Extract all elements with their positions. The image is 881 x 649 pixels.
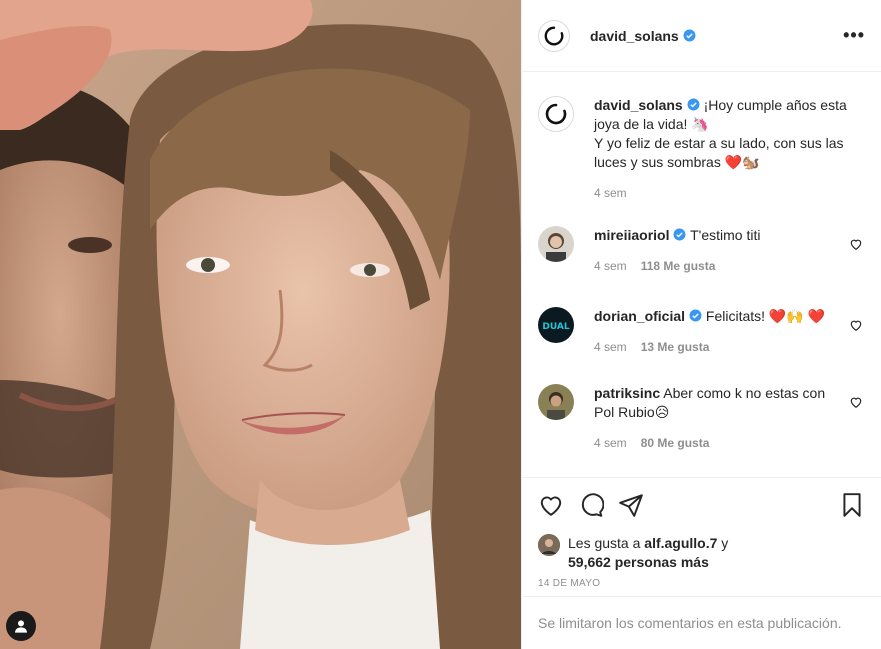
likes-others[interactable]: 59,662 personas más xyxy=(568,554,709,570)
comment-likes[interactable]: 118 Me gusta xyxy=(641,259,716,273)
comment-username[interactable]: dorian_oficial xyxy=(594,308,685,324)
commenter-avatar[interactable] xyxy=(538,384,574,420)
comment-time[interactable]: 4 sem xyxy=(594,436,627,450)
likes-prefix: Les gusta a xyxy=(568,535,645,551)
post-photo[interactable] xyxy=(0,0,521,649)
verified-badge-icon xyxy=(689,309,702,322)
comment-icon[interactable] xyxy=(578,492,604,518)
author-username[interactable]: david_solans xyxy=(590,28,679,44)
commenter-avatar[interactable]: DUAL xyxy=(538,307,574,343)
comment-item: patriksinc Aber como k no estas con Pol … xyxy=(538,384,865,450)
verified-badge-icon xyxy=(687,98,700,111)
commenter-avatar[interactable] xyxy=(538,226,574,262)
liker-avatar[interactable] xyxy=(538,534,560,556)
share-icon[interactable] xyxy=(618,492,644,518)
selfie-image xyxy=(0,0,521,649)
comment-item: mireiiaoriol T'estimo titi 4 sem 118 Me … xyxy=(538,226,865,273)
likes-summary: Les gusta a alf.agullo.7 y 59,662 person… xyxy=(538,534,865,572)
comments-limited-notice: Se limitaron los comentarios en esta pub… xyxy=(522,596,881,649)
comment-time[interactable]: 4 sem xyxy=(594,340,627,354)
post-actions: Les gusta a alf.agullo.7 y 59,662 person… xyxy=(522,477,881,596)
likes-conj: y xyxy=(717,535,729,551)
caption-username[interactable]: david_solans xyxy=(594,97,683,113)
comments-list[interactable]: david_solans ¡Hoy cumple años esta joya … xyxy=(522,72,881,477)
caption-time[interactable]: 4 sem xyxy=(594,186,627,200)
user-tag-icon[interactable] xyxy=(6,611,36,641)
verified-badge-icon xyxy=(683,29,696,42)
comment-username[interactable]: patriksinc xyxy=(594,385,660,401)
liker-username[interactable]: alf.agullo.7 xyxy=(644,535,717,551)
comment-username[interactable]: mireiiaoriol xyxy=(594,227,669,243)
comment-text: Felicitats! ❤️🙌 ❤️ xyxy=(705,308,826,324)
comment-heart-icon[interactable] xyxy=(849,318,863,332)
heart-icon[interactable] xyxy=(538,492,564,518)
caption: david_solans ¡Hoy cumple años esta joya … xyxy=(538,96,865,200)
caption-author-avatar[interactable] xyxy=(538,96,574,132)
post-date[interactable]: 14 DE MAYO xyxy=(538,578,865,589)
caption-text: david_solans ¡Hoy cumple años esta joya … xyxy=(594,96,865,172)
caption-line2: Y yo feliz de estar a su lado, con sus l… xyxy=(594,135,844,170)
comment-likes[interactable]: 80 Me gusta xyxy=(641,436,710,450)
verified-badge-icon xyxy=(674,228,686,241)
comment-time[interactable]: 4 sem xyxy=(594,259,627,273)
comment-item: DUAL dorian_oficial Felicitats! ❤️🙌 ❤️ 4… xyxy=(538,307,865,354)
comment-heart-icon[interactable] xyxy=(849,395,863,409)
post-header: david_solans ••• xyxy=(522,0,881,72)
svg-text:DUAL: DUAL xyxy=(542,322,569,332)
bookmark-icon[interactable] xyxy=(839,492,865,518)
comment-text: T'estimo titi xyxy=(690,227,761,243)
comment-likes[interactable]: 13 Me gusta xyxy=(641,340,710,354)
comment-heart-icon[interactable] xyxy=(849,237,863,251)
post-side-panel: david_solans ••• david_solans ¡Hoy cumpl… xyxy=(521,0,881,649)
author-avatar[interactable] xyxy=(538,19,570,52)
more-options-icon[interactable]: ••• xyxy=(843,25,865,46)
